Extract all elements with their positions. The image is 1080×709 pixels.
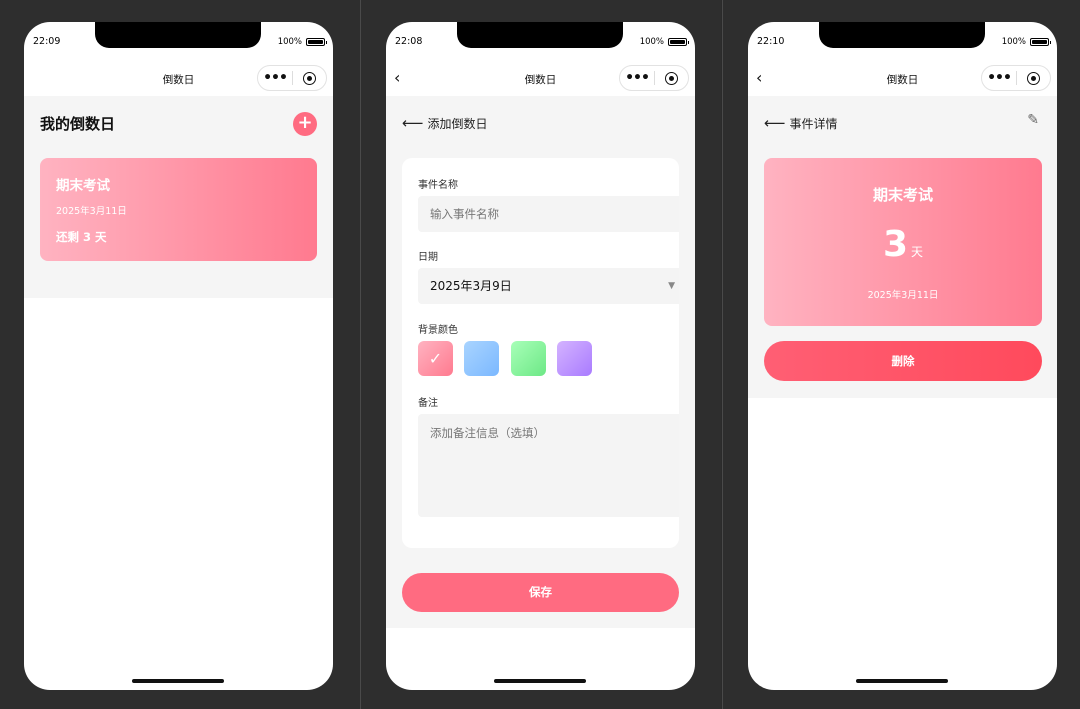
color-swatch-pink[interactable]: ✓ [418,341,453,376]
screen-add-panel: 22:08 100% ‹ 倒数日 ••• ⟵ 添加倒数日 事件名称 输入事件名称… [361,0,721,709]
home-indicator [856,679,948,683]
color-label: 背景颜色 [418,325,458,336]
date-label: 日期 [418,252,438,263]
event-date: 2025年3月11日 [56,206,127,217]
screen-detail-panel: 22:10 100% ‹ 倒数日 ••• ⟵ 事件详情 ✎ 期末考试 3天 20… [723,0,1080,709]
battery-icon [668,38,689,46]
days-unit: 天 [911,245,924,259]
detail-content: ⟵ 事件详情 ✎ 期末考试 3天 2025年3月11日 删除 [748,96,1057,398]
more-dots-icon[interactable]: ••• [620,65,654,91]
more-dots-icon[interactable]: ••• [258,65,292,91]
note-textarea[interactable]: 添加备注信息（选填） [418,414,679,517]
caret-down-icon: ▼ [668,281,675,291]
arrow-left-icon: ⟵ [402,114,424,132]
status-battery: 100% [639,37,689,47]
date-picker[interactable]: 2025年3月9日 ▼ [418,268,679,304]
close-target-button[interactable] [293,71,326,85]
days-number: 3 [882,224,909,265]
battery-icon [306,38,327,46]
nav-bar: ‹ 倒数日 ••• [386,64,695,96]
back-header[interactable]: ⟵ 事件详情 [764,114,838,132]
page-title: 添加倒数日 [427,116,488,131]
status-battery: 100% [1001,37,1051,47]
add-content: ⟵ 添加倒数日 事件名称 输入事件名称 日期 2025年3月9日 ▼ 背景颜色 … [386,96,695,628]
battery-percent: 100% [277,37,302,47]
target-icon [1026,71,1040,85]
detail-card: 期末考试 3天 2025年3月11日 [764,158,1042,326]
page-title: 我的倒数日 [40,115,116,133]
battery-percent: 100% [1001,37,1026,47]
color-swatch-green[interactable] [511,341,546,376]
target-icon [664,71,678,85]
note-label: 备注 [418,398,438,409]
page-title: 事件详情 [789,116,838,131]
pencil-icon[interactable]: ✎ [1027,112,1039,128]
check-icon: ✓ [428,349,443,368]
notch [457,22,623,48]
arrow-left-icon: ⟵ [764,114,786,132]
nav-bar: 倒数日 ••• [24,64,333,96]
home-indicator [132,679,224,683]
date-value: 2025年3月9日 [430,279,512,293]
phone-frame: 22:09 100% 倒数日 ••• 我的倒数日 + 期末考试 2025年3月1… [24,22,333,690]
add-event-button[interactable]: + [293,112,317,136]
event-form: 事件名称 输入事件名称 日期 2025年3月9日 ▼ 背景颜色 ✓ 备注 添加备… [402,158,679,548]
event-name: 期末考试 [56,178,110,194]
target-icon [302,71,316,85]
home-content: 我的倒数日 + 期末考试 2025年3月11日 还剩 3 天 [24,96,333,298]
screen-home-panel: 22:09 100% 倒数日 ••• 我的倒数日 + 期末考试 2025年3月1… [0,0,360,709]
save-button[interactable]: 保存 [402,573,679,612]
mini-program-capsule: ••• [981,65,1051,91]
detail-date: 2025年3月11日 [867,290,939,301]
name-label: 事件名称 [418,180,458,191]
status-battery: 100% [277,37,327,47]
detail-event-name: 期末考试 [872,186,933,204]
nav-bar: ‹ 倒数日 ••• [748,64,1057,96]
event-name-input[interactable]: 输入事件名称 [418,196,679,232]
notch [95,22,261,48]
mini-program-capsule: ••• [619,65,689,91]
mini-program-capsule: ••• [257,65,327,91]
close-target-button[interactable] [655,71,688,85]
status-time: 22:09 [33,36,61,47]
notch [819,22,985,48]
delete-button[interactable]: 删除 [764,341,1042,381]
battery-icon [1030,38,1051,46]
phone-frame: 22:08 100% ‹ 倒数日 ••• ⟵ 添加倒数日 事件名称 输入事件名称… [386,22,695,690]
color-swatch-blue[interactable] [464,341,499,376]
close-target-button[interactable] [1017,71,1050,85]
home-indicator [494,679,586,683]
event-remaining: 还剩 3 天 [56,230,107,244]
phone-frame: 22:10 100% ‹ 倒数日 ••• ⟵ 事件详情 ✎ 期末考试 3天 20… [748,22,1057,690]
days-remaining: 3天 [764,224,1042,265]
more-dots-icon[interactable]: ••• [982,65,1016,91]
battery-percent: 100% [639,37,664,47]
color-swatch-purple[interactable] [557,341,592,376]
status-time: 22:08 [395,36,423,47]
status-time: 22:10 [757,36,785,47]
back-header[interactable]: ⟵ 添加倒数日 [402,114,488,132]
event-card[interactable]: 期末考试 2025年3月11日 还剩 3 天 [40,158,317,261]
